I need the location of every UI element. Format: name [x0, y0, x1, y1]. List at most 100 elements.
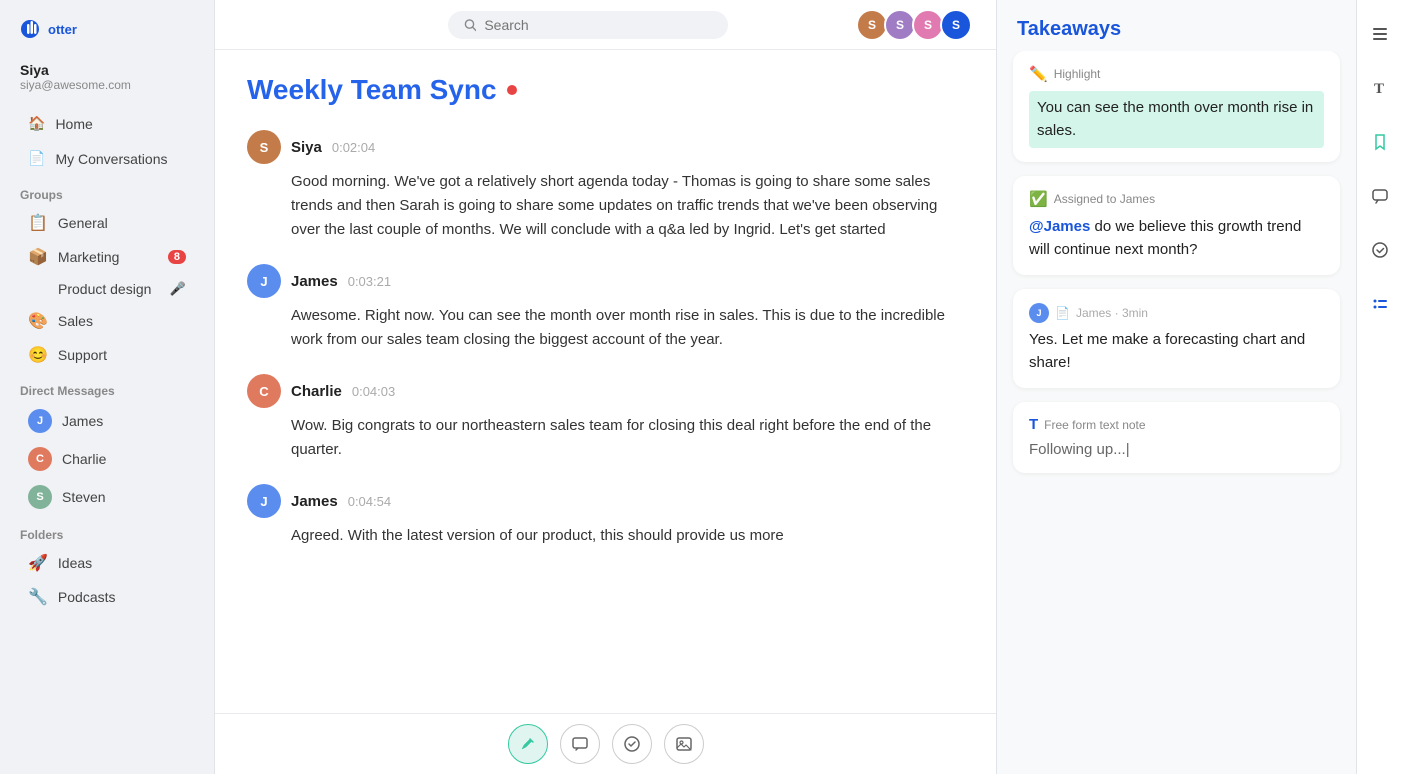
rail-list-icon[interactable] — [1362, 16, 1398, 52]
sidebar-item-podcasts[interactable]: 🔧 Podcasts — [8, 581, 206, 613]
message-charlie: C Charlie 0:04:03 Wow. Big congrats to o… — [247, 374, 964, 462]
takeaway-cards: ✏️ Highlight You can see the month over … — [997, 51, 1356, 774]
assign-card-label: ✅ Assigned to James — [1029, 190, 1324, 208]
james-msg-text-2: Agreed. With the latest version of our p… — [247, 524, 964, 548]
dm-charlie[interactable]: C Charlie — [8, 441, 206, 477]
ideas-label: Ideas — [58, 555, 92, 571]
highlight-card-label: ✏️ Highlight — [1029, 65, 1324, 83]
username: Siya — [20, 62, 194, 78]
ideas-icon: 🚀 — [28, 553, 48, 573]
groups-section-label: Groups — [0, 176, 214, 206]
chat-toolbar — [215, 713, 996, 774]
takeaway-assign-card: ✅ Assigned to James @James do we believe… — [1013, 176, 1340, 275]
dm-james[interactable]: J James — [8, 403, 206, 439]
dm-james-label: James — [62, 413, 103, 429]
search-input[interactable] — [484, 17, 711, 33]
sidebar-item-support[interactable]: 😊 Support — [8, 339, 206, 371]
james-msg-text-1: Awesome. Right now. You can see the mont… — [247, 304, 964, 352]
dm-steven[interactable]: S Steven — [8, 479, 206, 515]
james-msg-name-2: James — [291, 493, 338, 510]
assign-label-text: Assigned to James — [1054, 192, 1155, 206]
sidebar-item-my-conversations[interactable]: 📄 My Conversations — [8, 142, 206, 175]
rail-text-icon[interactable]: T — [1362, 70, 1398, 106]
product-design-label: Product design — [58, 281, 151, 297]
general-icon: 📋 — [28, 213, 48, 233]
rail-chat-icon[interactable] — [1362, 178, 1398, 214]
svg-text:otter: otter — [48, 22, 77, 37]
message-header-james-2: J James 0:04:54 — [247, 484, 964, 518]
sidebar-item-sales[interactable]: 🎨 Sales — [8, 305, 206, 337]
highlight-card-icon: ✏️ — [1029, 65, 1048, 83]
main-area: S S S S Weekly Team Sync S Siya 0:02:04 … — [215, 0, 996, 774]
marketing-badge: 8 — [168, 250, 186, 264]
sidebar-item-product-design[interactable]: Product design 🎤 — [8, 275, 206, 303]
podcasts-icon: 🔧 — [28, 587, 48, 607]
icon-rail: T — [1356, 0, 1402, 774]
avatar-4[interactable]: S — [940, 9, 972, 41]
mention-james: @James — [1029, 218, 1090, 235]
dm-charlie-label: Charlie — [62, 451, 106, 467]
freeform-label-text: Free form text note — [1044, 418, 1145, 432]
home-label: Home — [55, 116, 92, 132]
note-icon: 📄 — [1055, 306, 1070, 320]
comment-button[interactable] — [560, 724, 600, 764]
rail-bookmark-icon[interactable] — [1362, 124, 1398, 160]
marketing-icon: 📦 — [28, 247, 48, 267]
highlight-button[interactable] — [508, 724, 548, 764]
charlie-msg-text: Wow. Big congrats to our northeastern sa… — [247, 414, 964, 462]
james-avatar: J — [28, 409, 52, 433]
takeaway-freeform-card[interactable]: T Free form text note — [1013, 402, 1340, 473]
live-indicator — [507, 85, 517, 95]
highlight-text: You can see the month over month rise in… — [1037, 99, 1313, 139]
chat-container: Weekly Team Sync S Siya 0:02:04 Good mor… — [215, 50, 996, 713]
message-siya: S Siya 0:02:04 Good morning. We've got a… — [247, 130, 964, 242]
takeaway-note-card: J 📄 James · 3min Yes. Let me make a fore… — [1013, 289, 1340, 388]
support-icon: 😊 — [28, 345, 48, 365]
user-profile: Siya siya@awesome.com — [0, 54, 214, 106]
rail-check-icon[interactable] — [1362, 232, 1398, 268]
charlie-msg-time: 0:04:03 — [352, 384, 395, 399]
rail-bullet-list-icon[interactable] — [1362, 286, 1398, 322]
takeaways-title: Takeaways — [997, 0, 1356, 51]
dm-section-label: Direct Messages — [0, 372, 214, 402]
meeting-title-bar: Weekly Team Sync — [247, 74, 964, 106]
home-icon: 🏠 — [28, 115, 45, 132]
svg-text:T: T — [1374, 81, 1384, 97]
note-author-avatar: J — [1029, 303, 1049, 323]
charlie-msg-name: Charlie — [291, 383, 342, 400]
freeform-input[interactable] — [1029, 441, 1324, 458]
topbar: S S S S — [215, 0, 996, 50]
sidebar-item-ideas[interactable]: 🚀 Ideas — [8, 547, 206, 579]
check-button[interactable] — [612, 724, 652, 764]
my-conversations-label: My Conversations — [55, 151, 167, 167]
james-msg-avatar-1: J — [247, 264, 281, 298]
steven-avatar: S — [28, 485, 52, 509]
image-button[interactable] — [664, 724, 704, 764]
check-icon — [623, 735, 641, 753]
message-header-james-1: J James 0:03:21 — [247, 264, 964, 298]
james-msg-name-1: James — [291, 273, 338, 290]
siya-msg-text: Good morning. We've got a relatively sho… — [247, 170, 964, 242]
assign-card-content: @James do we believe this growth trend w… — [1029, 216, 1324, 261]
message-james-1: J James 0:03:21 Awesome. Right now. You … — [247, 264, 964, 352]
search-icon — [464, 18, 477, 32]
image-icon — [675, 735, 693, 753]
sidebar-item-home[interactable]: 🏠 Home — [8, 107, 206, 140]
highlight-icon — [519, 735, 537, 753]
message-header-charlie: C Charlie 0:04:03 — [247, 374, 964, 408]
right-panel: Takeaways ✏️ Highlight You can see the m… — [996, 0, 1356, 774]
conversations-icon: 📄 — [28, 150, 45, 167]
james-msg-time-1: 0:03:21 — [348, 274, 391, 289]
sidebar-item-marketing[interactable]: 📦 Marketing 8 — [8, 241, 206, 273]
message-james-2: J James 0:04:54 Agreed. With the latest … — [247, 484, 964, 548]
search-bar[interactable] — [448, 11, 728, 39]
james-msg-time-2: 0:04:54 — [348, 494, 391, 509]
takeaway-highlight-card: ✏️ Highlight You can see the month over … — [1013, 51, 1340, 162]
mic-icon: 🎤 — [170, 281, 186, 297]
sales-label: Sales — [58, 313, 93, 329]
freeform-icon: T — [1029, 416, 1038, 433]
message-header-siya: S Siya 0:02:04 — [247, 130, 964, 164]
sidebar-item-general[interactable]: 📋 General — [8, 207, 206, 239]
freeform-card-label: T Free form text note — [1029, 416, 1324, 433]
note-card-meta: J 📄 James · 3min — [1029, 303, 1324, 323]
